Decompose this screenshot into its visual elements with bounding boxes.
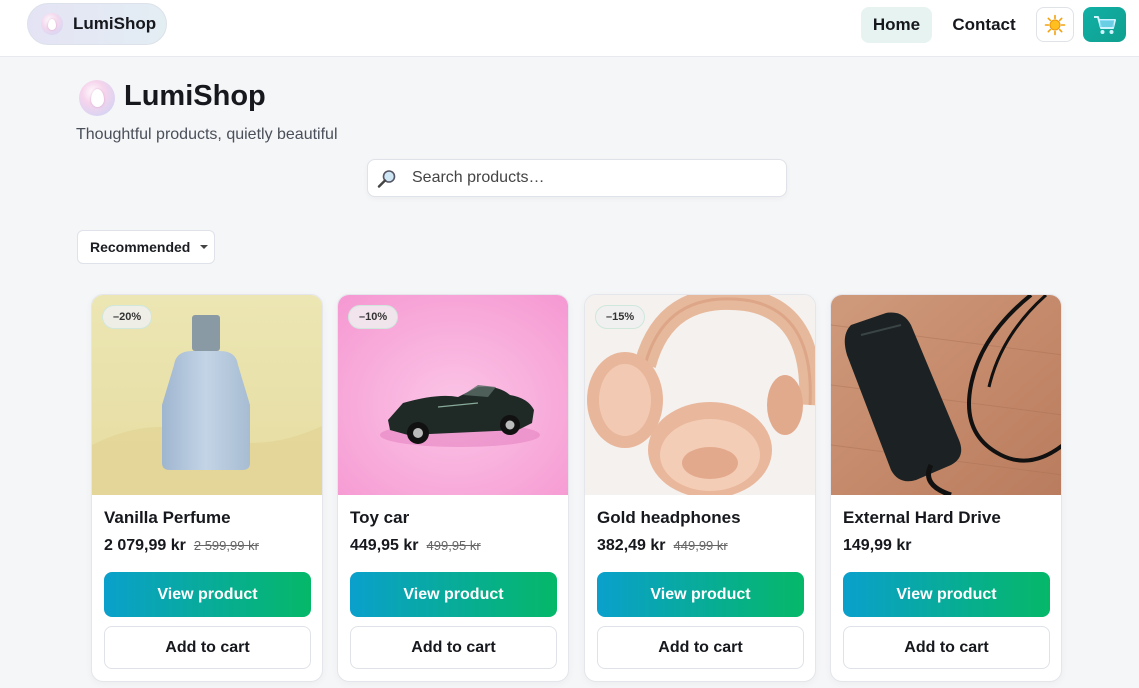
product-card[interactable]: External Hard Drive 149,99 kr View produ… (830, 294, 1062, 682)
product-old-price: 449,99 kr (673, 538, 728, 553)
cart-icon (1093, 15, 1116, 34)
brand-logo-icon (41, 13, 63, 35)
product-name[interactable]: Vanilla Perfume (104, 508, 231, 528)
add-to-cart-button[interactable]: Add to cart (843, 626, 1050, 669)
price-row: 149,99 kr (843, 537, 912, 555)
search-box (367, 159, 787, 197)
product-image-perfume[interactable]: –20% (92, 295, 322, 495)
product-image-toy-car[interactable]: –10% (338, 295, 568, 495)
product-name[interactable]: Toy car (350, 508, 409, 528)
product-price: 382,49 kr (597, 537, 666, 554)
product-card[interactable]: –10% Toy car 449,95 kr 499,95 kr View pr… (337, 294, 569, 682)
product-old-price: 499,95 kr (426, 538, 481, 553)
discount-badge: –15% (595, 305, 646, 329)
magnifier-icon (377, 170, 396, 188)
product-name[interactable]: Gold headphones (597, 508, 741, 528)
price-row: 449,95 kr 499,95 kr (350, 537, 481, 555)
sort-select[interactable]: Recommended (77, 230, 215, 264)
nav-contact-link[interactable]: Contact (946, 7, 1022, 43)
add-to-cart-button[interactable]: Add to cart (597, 626, 804, 669)
view-product-button[interactable]: View product (350, 572, 557, 617)
top-navbar: LumiShop Home Contact (0, 0, 1139, 57)
product-name[interactable]: External Hard Drive (843, 508, 1001, 528)
theme-toggle-button[interactable] (1036, 7, 1074, 42)
discount-badge: –10% (348, 305, 399, 329)
view-product-button[interactable]: View product (843, 572, 1050, 617)
sun-icon (1044, 14, 1066, 35)
page-title: LumiShop (124, 80, 266, 112)
product-image-hard-drive[interactable] (831, 295, 1061, 495)
brand-home-link[interactable]: LumiShop (27, 3, 167, 45)
chevron-down-icon (200, 245, 209, 249)
product-price: 2 079,99 kr (104, 537, 186, 554)
product-price: 449,95 kr (350, 537, 419, 554)
nav-home-link[interactable]: Home (861, 7, 932, 43)
view-product-button[interactable]: View product (597, 572, 804, 617)
product-price: 149,99 kr (843, 537, 912, 554)
product-card[interactable]: –20% Vanilla Perfume 2 079,99 kr 2 599,9… (91, 294, 323, 682)
sort-selected-label: Recommended (90, 239, 191, 255)
price-row: 382,49 kr 449,99 kr (597, 537, 728, 555)
product-card[interactable]: –15% Gold headphones 382,49 kr 449,99 kr… (584, 294, 816, 682)
cart-button[interactable] (1083, 7, 1126, 42)
add-to-cart-button[interactable]: Add to cart (350, 626, 557, 669)
discount-badge: –20% (102, 305, 153, 329)
page-subtitle: Thoughtful products, quietly beautiful (76, 126, 338, 143)
product-old-price: 2 599,99 kr (193, 538, 259, 553)
hero-logo-icon (79, 80, 115, 116)
add-to-cart-button[interactable]: Add to cart (104, 626, 311, 669)
price-row: 2 079,99 kr 2 599,99 kr (104, 537, 259, 555)
brand-name: LumiShop (73, 14, 157, 33)
search-input[interactable] (412, 160, 772, 196)
product-image-headphones[interactable]: –15% (585, 295, 815, 495)
view-product-button[interactable]: View product (104, 572, 311, 617)
